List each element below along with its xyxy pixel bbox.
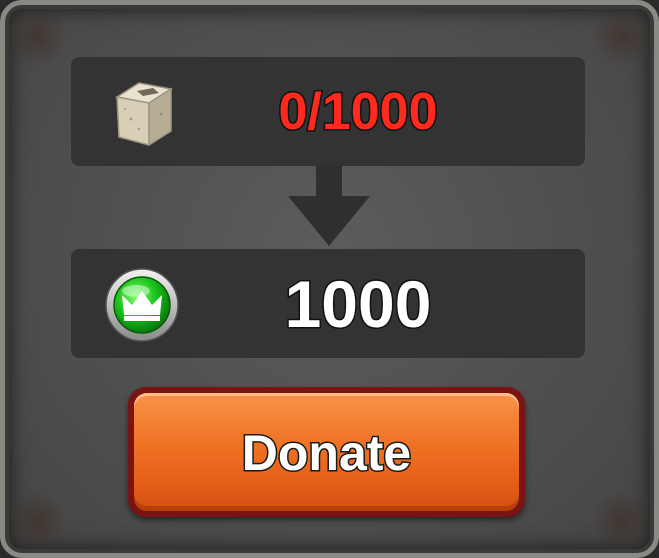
reward-amount: 1000 (283, 265, 433, 342)
donate-button-label: Donate (240, 424, 412, 483)
donate-button[interactable]: Donate (128, 387, 525, 517)
panel-corner (7, 7, 67, 67)
reward-row: 1000 (71, 249, 585, 358)
crown-gem-icon (105, 268, 179, 342)
panel-corner (592, 491, 652, 551)
panel-corner (7, 491, 67, 551)
arrow-down-icon (288, 166, 370, 246)
cost-amount: 0/1000 (277, 81, 439, 142)
cost-row: 0/1000 (71, 57, 585, 166)
donate-button-face[interactable]: Donate (134, 393, 519, 511)
panel-corner (592, 7, 652, 67)
stone-block-icon (114, 82, 174, 147)
